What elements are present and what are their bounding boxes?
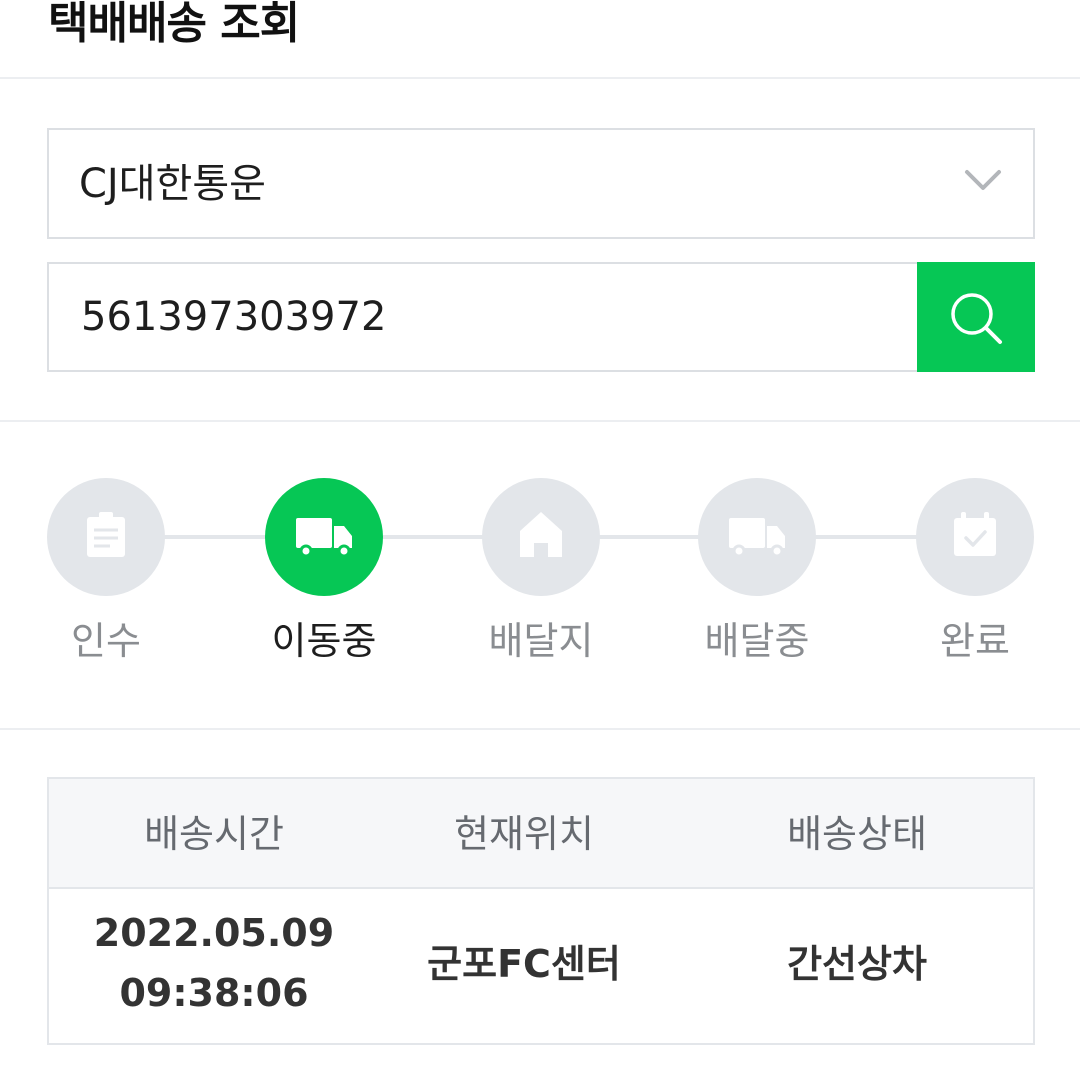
chevron-down-icon: [965, 170, 1001, 190]
search-button[interactable]: [917, 262, 1035, 372]
step-in-transit: 이동중: [224, 478, 424, 678]
step-completed: 완료: [875, 478, 1075, 678]
tracking-search-row: [47, 262, 1035, 372]
step-received: 인수: [6, 478, 206, 678]
tracking-history-table: 배송시간 현재위치 배송상태 2022.05.09 09:38:06 군포FC센…: [47, 777, 1035, 1045]
tracking-number-input[interactable]: [47, 262, 919, 372]
row-location: 군포FC센터: [427, 942, 621, 986]
step-circle: [47, 478, 165, 596]
section-divider: [0, 728, 1080, 730]
receipt-icon: [87, 512, 125, 557]
step-label: 배달지: [488, 619, 594, 663]
row-status: 간선상차: [787, 942, 927, 986]
step-circle: [482, 478, 600, 596]
carrier-selected-value: CJ대한통운: [79, 161, 266, 207]
table-header: 배송시간 현재위치 배송상태: [49, 779, 1033, 889]
calendar-check-icon: [954, 512, 996, 556]
section-divider: [0, 420, 1080, 422]
table-row: 2022.05.09 09:38:06 군포FC센터 간선상차: [49, 889, 1033, 1043]
page-header: 택배배송 조회: [0, 0, 1080, 79]
step-label: 완료: [940, 619, 1010, 663]
delivery-tracking-page: 택배배송 조회 CJ대한통운 561397303972 인수 이동중 배달지 배…: [0, 0, 1080, 1080]
step-circle: [265, 478, 383, 596]
step-label: 이동중: [271, 619, 377, 663]
row-time: 09:38:06: [119, 971, 309, 1015]
carrier-select[interactable]: CJ대한통운: [47, 128, 1035, 239]
column-header-status: 배송상태: [787, 812, 927, 856]
truck-icon: [296, 518, 352, 558]
house-icon: [520, 512, 562, 557]
step-circle: [698, 478, 816, 596]
page-title: 택배배송 조회: [48, 0, 300, 49]
delivery-truck-icon: [729, 518, 785, 558]
search-icon: [951, 293, 1002, 344]
row-date: 2022.05.09: [93, 911, 335, 955]
step-label: 배달중: [704, 619, 810, 663]
step-circle: [916, 478, 1034, 596]
step-label: 인수: [71, 619, 141, 663]
column-header-location: 현재위치: [454, 812, 594, 856]
step-destination: 배달지: [441, 478, 641, 678]
column-header-time: 배송시간: [144, 812, 284, 856]
delivery-progress-steps: 인수 이동중 배달지 배달중 완료: [0, 478, 1080, 678]
step-out-for-delivery: 배달중: [657, 478, 857, 678]
